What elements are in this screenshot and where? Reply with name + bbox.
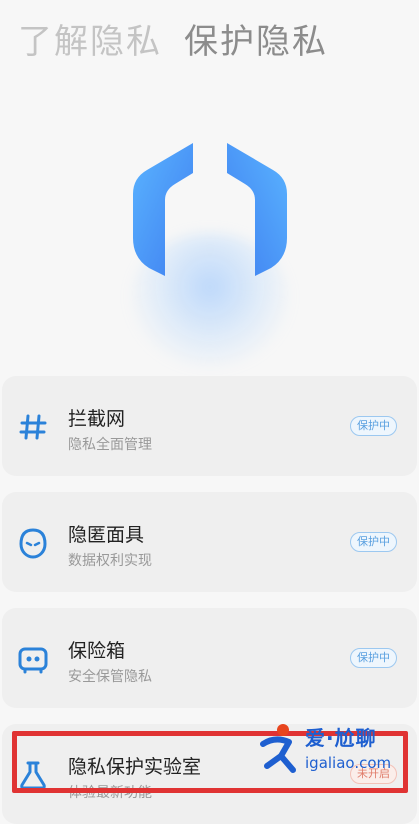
hash-icon (19, 414, 47, 440)
card-hidden-mask[interactable]: 隐匿面具 数据权利实现 保护中 (2, 492, 417, 592)
watermark-title: 爱·尬聊 (305, 726, 377, 750)
status-badge: 保护中 (350, 648, 397, 668)
shield-brackets-icon (133, 143, 287, 276)
mask-face-icon (19, 528, 47, 559)
card-subtitle: 安全保管隐私 (68, 669, 152, 685)
privacy-shield-illustration (125, 138, 295, 368)
card-intercept-net[interactable]: 拦截网 隐私全面管理 保护中 (2, 376, 417, 476)
status-badge: 保护中 (350, 532, 397, 552)
card-title: 隐匿面具 (68, 524, 145, 546)
card-safe-box[interactable]: 保险箱 安全保管隐私 保护中 (2, 608, 417, 708)
tab-learn-privacy[interactable]: 了解隐私 (18, 14, 162, 63)
card-title: 拦截网 (68, 408, 126, 430)
watermark-url: igaliao.com (305, 754, 392, 772)
watermark: 爱·尬聊 igaliao.com (255, 720, 415, 782)
card-subtitle: 数据权利实现 (68, 553, 152, 569)
tab-protect-privacy[interactable]: 保护隐私 (184, 14, 328, 63)
running-figure-logo (260, 724, 296, 773)
header: 了解隐私 保护隐私 (18, 14, 328, 64)
card-subtitle: 隐私全面管理 (68, 437, 152, 453)
status-badge: 保护中 (350, 416, 397, 436)
card-title: 保险箱 (68, 640, 126, 662)
safe-box-icon (18, 647, 48, 674)
